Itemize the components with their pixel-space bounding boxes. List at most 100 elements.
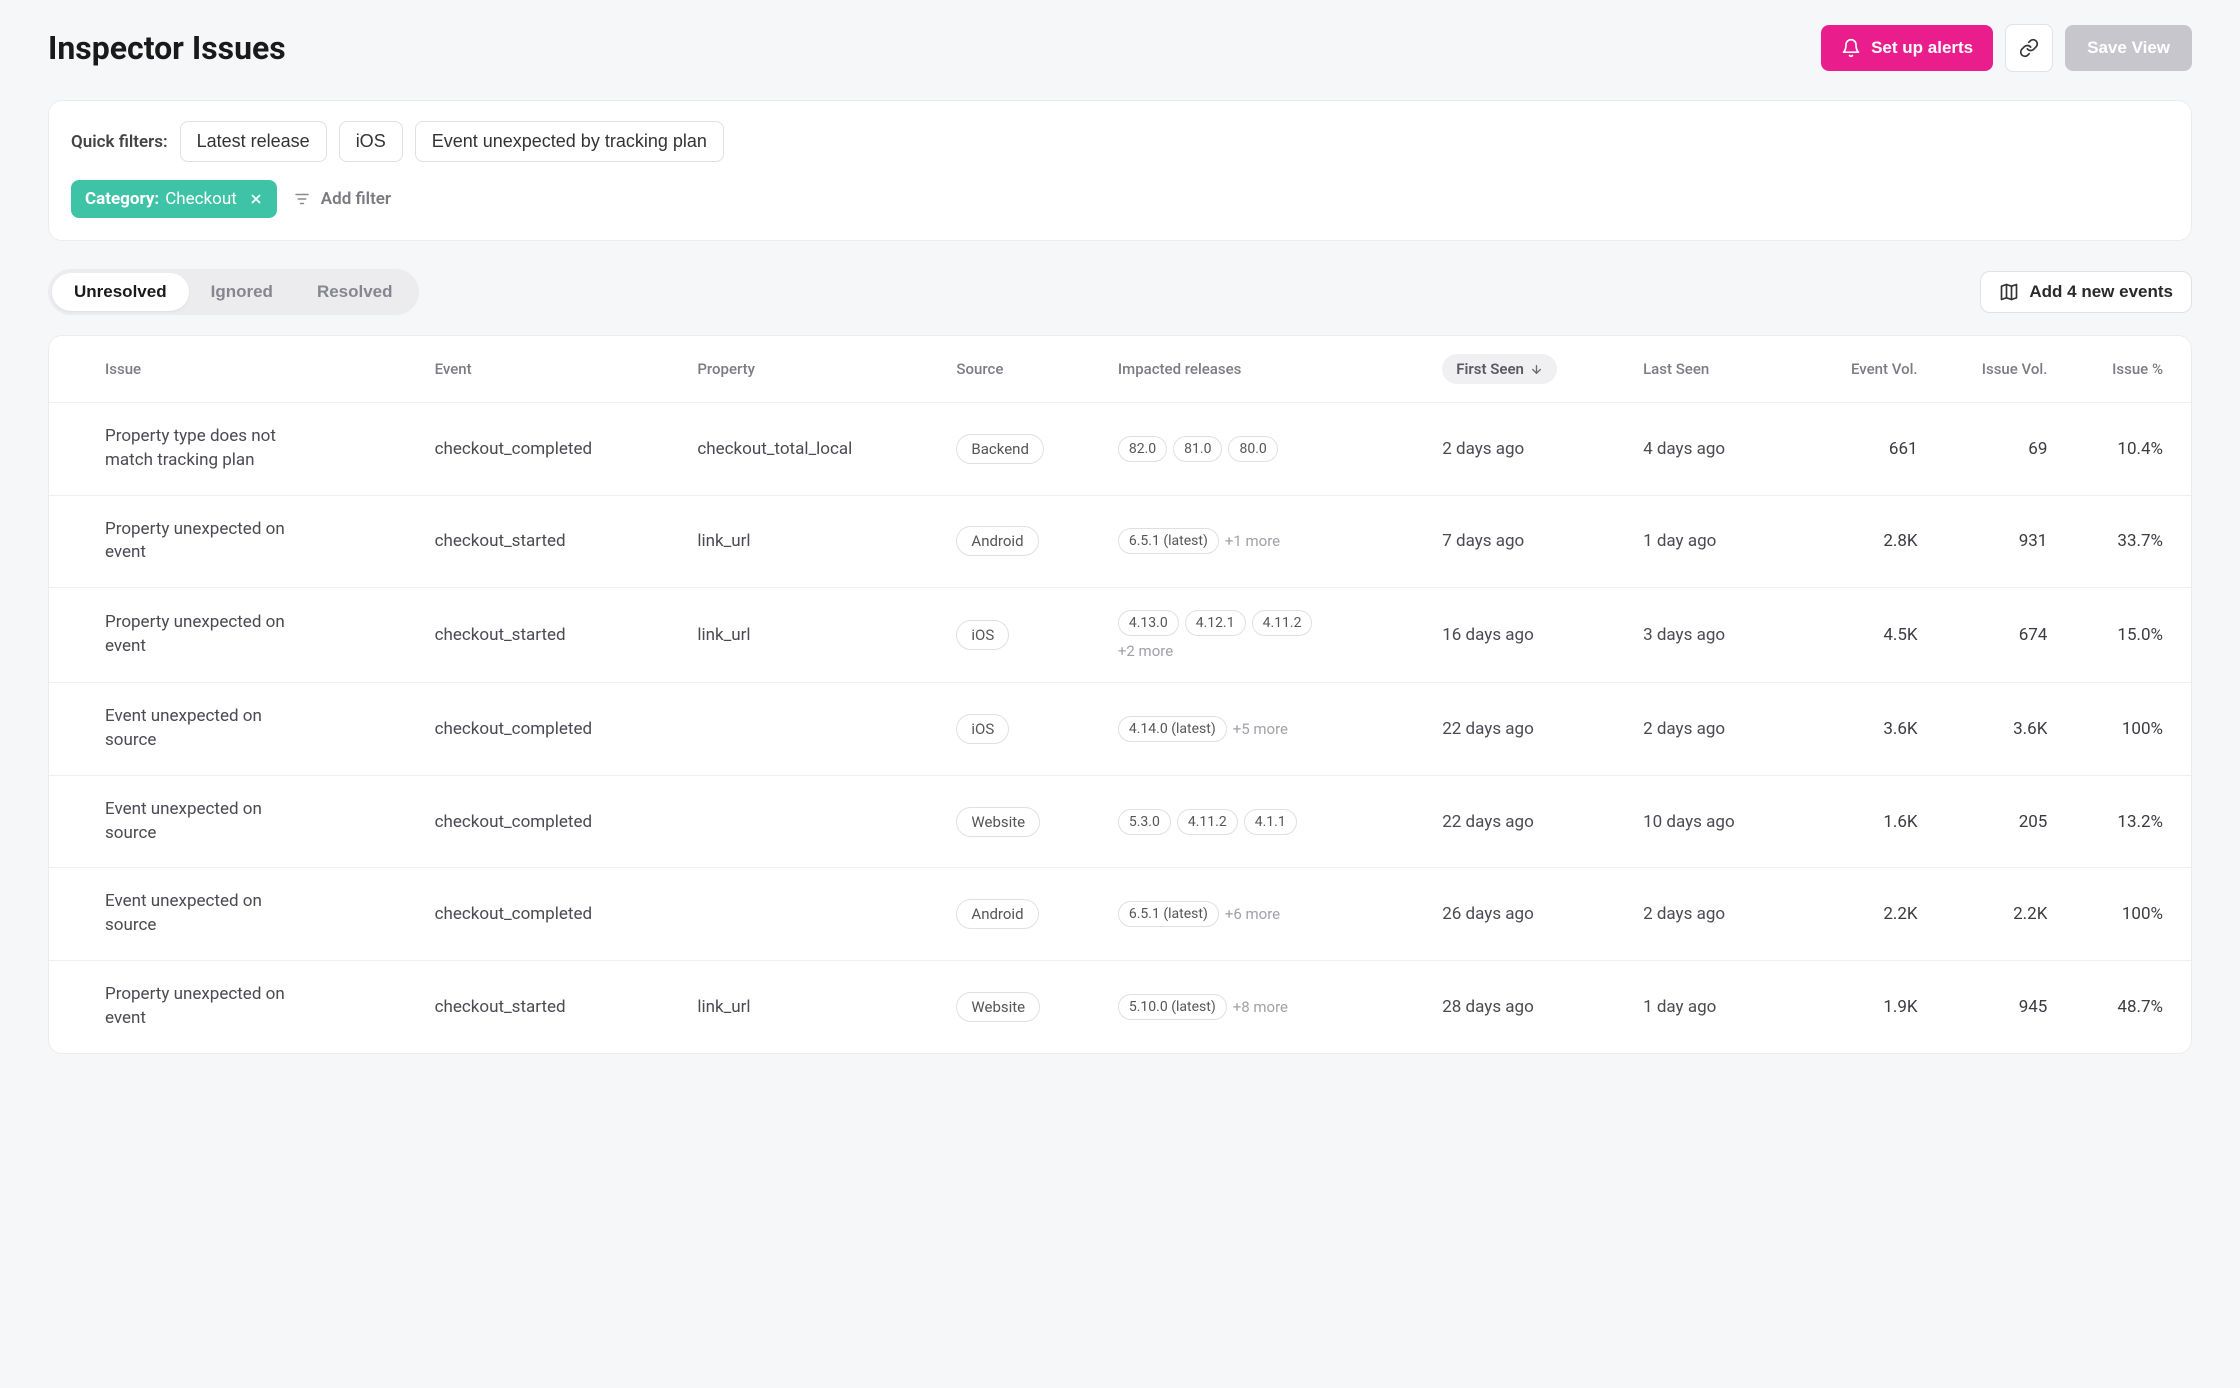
quick-filter-chip[interactable]: Event unexpected by tracking plan	[415, 121, 724, 162]
cell-first-seen: 28 days ago	[1430, 960, 1631, 1052]
cell-issue-vol: 205	[1930, 775, 2060, 868]
cell-event-vol: 1.9K	[1798, 960, 1929, 1052]
source-pill: iOS	[956, 714, 1009, 744]
table-row[interactable]: Event unexpected on source checkout_compl…	[49, 683, 2191, 776]
release-pill: 4.14.0 (latest)	[1118, 716, 1227, 742]
source-pill: Backend	[956, 434, 1044, 464]
releases-more[interactable]: +5 more	[1233, 720, 1288, 738]
cell-property: checkout_total_local	[685, 403, 944, 496]
releases-more[interactable]: +1 more	[1225, 532, 1280, 550]
source-pill: Website	[956, 992, 1040, 1022]
cell-event: checkout_completed	[423, 683, 686, 776]
cell-event: checkout_started	[423, 588, 686, 683]
applied-filter-chip[interactable]: Category: Checkout	[71, 180, 277, 218]
col-issue[interactable]: Issue	[49, 336, 423, 403]
cell-last-seen: 2 days ago	[1631, 868, 1798, 961]
page-header: Inspector Issues Set up alerts Save View	[48, 24, 2192, 72]
issues-table: Issue Event Property Source Impacted rel…	[49, 336, 2191, 1053]
releases-wrap: 82.081.080.0	[1118, 436, 1318, 462]
quick-filter-chip[interactable]: iOS	[339, 121, 403, 162]
release-pill: 5.10.0 (latest)	[1118, 994, 1227, 1020]
cell-issue-vol: 674	[1930, 588, 2060, 683]
cell-first-seen: 7 days ago	[1430, 495, 1631, 588]
table-row[interactable]: Property unexpected on event checkout_sta…	[49, 960, 2191, 1052]
cell-event-vol: 2.2K	[1798, 868, 1929, 961]
cell-issue: Event unexpected on source	[105, 890, 295, 938]
quick-filters-label: Quick filters:	[71, 132, 168, 152]
col-source[interactable]: Source	[944, 336, 1105, 403]
col-impacted-releases[interactable]: Impacted releases	[1106, 336, 1430, 403]
tab-resolved[interactable]: Resolved	[295, 273, 415, 311]
cell-property: link_url	[685, 960, 944, 1052]
releases-more[interactable]: +8 more	[1233, 998, 1288, 1016]
cell-event-vol: 1.6K	[1798, 775, 1929, 868]
applied-filters-row: Category: Checkout Add filter	[71, 180, 2169, 218]
table-row[interactable]: Property type does not match tracking pl…	[49, 403, 2191, 496]
release-pill: 4.13.0	[1118, 610, 1179, 636]
col-first-seen[interactable]: First Seen	[1430, 336, 1631, 403]
col-last-seen[interactable]: Last Seen	[1631, 336, 1798, 403]
cell-last-seen: 1 day ago	[1631, 495, 1798, 588]
table-row[interactable]: Property unexpected on eventcheckout_sta…	[49, 588, 2191, 683]
filter-key: Category:	[85, 189, 159, 209]
cell-event-vol: 3.6K	[1798, 683, 1929, 776]
link-icon	[2019, 38, 2039, 58]
cell-property	[685, 775, 944, 868]
cell-event: checkout_started	[423, 960, 686, 1052]
cell-event: checkout_completed	[423, 868, 686, 961]
cell-issue: Event unexpected on source	[105, 705, 295, 753]
page-title: Inspector Issues	[48, 29, 286, 67]
setup-alerts-label: Set up alerts	[1871, 38, 1973, 58]
quick-filters-row: Quick filters: Latest release iOS Event un…	[71, 121, 2169, 162]
header-actions: Set up alerts Save View	[1821, 24, 2192, 72]
close-icon[interactable]	[249, 192, 263, 206]
cell-issue: Property unexpected on event	[105, 983, 295, 1031]
cell-last-seen: 2 days ago	[1631, 683, 1798, 776]
release-pill: 4.11.2	[1177, 809, 1238, 835]
tab-ignored[interactable]: Ignored	[189, 273, 295, 311]
toolbar-row: Unresolved Ignored Resolved Add 4 new ev…	[48, 269, 2192, 315]
first-seen-label: First Seen	[1456, 360, 1524, 378]
cell-last-seen: 3 days ago	[1631, 588, 1798, 683]
cell-issue-pct: 48.7%	[2059, 960, 2191, 1052]
cell-issue: Event unexpected on source	[105, 798, 295, 846]
col-issue-pct[interactable]: Issue %	[2059, 336, 2191, 403]
table-row[interactable]: Event unexpected on sourcecheckout_compl…	[49, 775, 2191, 868]
col-issue-vol[interactable]: Issue Vol.	[1930, 336, 2060, 403]
save-view-button: Save View	[2065, 25, 2192, 71]
release-pill: 6.5.1 (latest)	[1118, 901, 1219, 927]
cell-issue-vol: 2.2K	[1930, 868, 2060, 961]
add-filter-button[interactable]: Add filter	[293, 189, 391, 209]
cell-last-seen: 4 days ago	[1631, 403, 1798, 496]
cell-first-seen: 2 days ago	[1430, 403, 1631, 496]
cell-issue-pct: 100%	[2059, 868, 2191, 961]
release-pill: 82.0	[1118, 436, 1167, 462]
status-tabs: Unresolved Ignored Resolved	[48, 269, 419, 315]
add-events-button[interactable]: Add 4 new events	[1980, 271, 2192, 313]
releases-more[interactable]: +2 more	[1118, 642, 1173, 660]
releases-wrap: 5.10.0 (latest) +8 more	[1118, 994, 1318, 1020]
table-row[interactable]: Event unexpected on source checkout_compl…	[49, 868, 2191, 961]
quick-filter-chip[interactable]: Latest release	[180, 121, 327, 162]
cell-property	[685, 683, 944, 776]
cell-first-seen: 22 days ago	[1430, 683, 1631, 776]
tab-unresolved[interactable]: Unresolved	[52, 273, 189, 311]
sort-pill-first-seen[interactable]: First Seen	[1442, 354, 1557, 384]
cell-property: link_url	[685, 495, 944, 588]
col-property[interactable]: Property	[685, 336, 944, 403]
col-event[interactable]: Event	[423, 336, 686, 403]
cell-issue: Property type does not match tracking pl…	[105, 425, 295, 473]
col-event-vol[interactable]: Event Vol.	[1798, 336, 1929, 403]
cell-issue-pct: 13.2%	[2059, 775, 2191, 868]
copy-link-button[interactable]	[2005, 24, 2053, 72]
cell-issue-vol: 931	[1930, 495, 2060, 588]
cell-issue: Property unexpected on event	[105, 518, 295, 566]
cell-issue-vol: 945	[1930, 960, 2060, 1052]
cell-issue-pct: 100%	[2059, 683, 2191, 776]
cell-issue-pct: 33.7%	[2059, 495, 2191, 588]
setup-alerts-button[interactable]: Set up alerts	[1821, 25, 1993, 71]
cell-last-seen: 1 day ago	[1631, 960, 1798, 1052]
cell-event-vol: 661	[1798, 403, 1929, 496]
releases-more[interactable]: +6 more	[1225, 905, 1280, 923]
table-row[interactable]: Property unexpected on eventcheckout_sta…	[49, 495, 2191, 588]
